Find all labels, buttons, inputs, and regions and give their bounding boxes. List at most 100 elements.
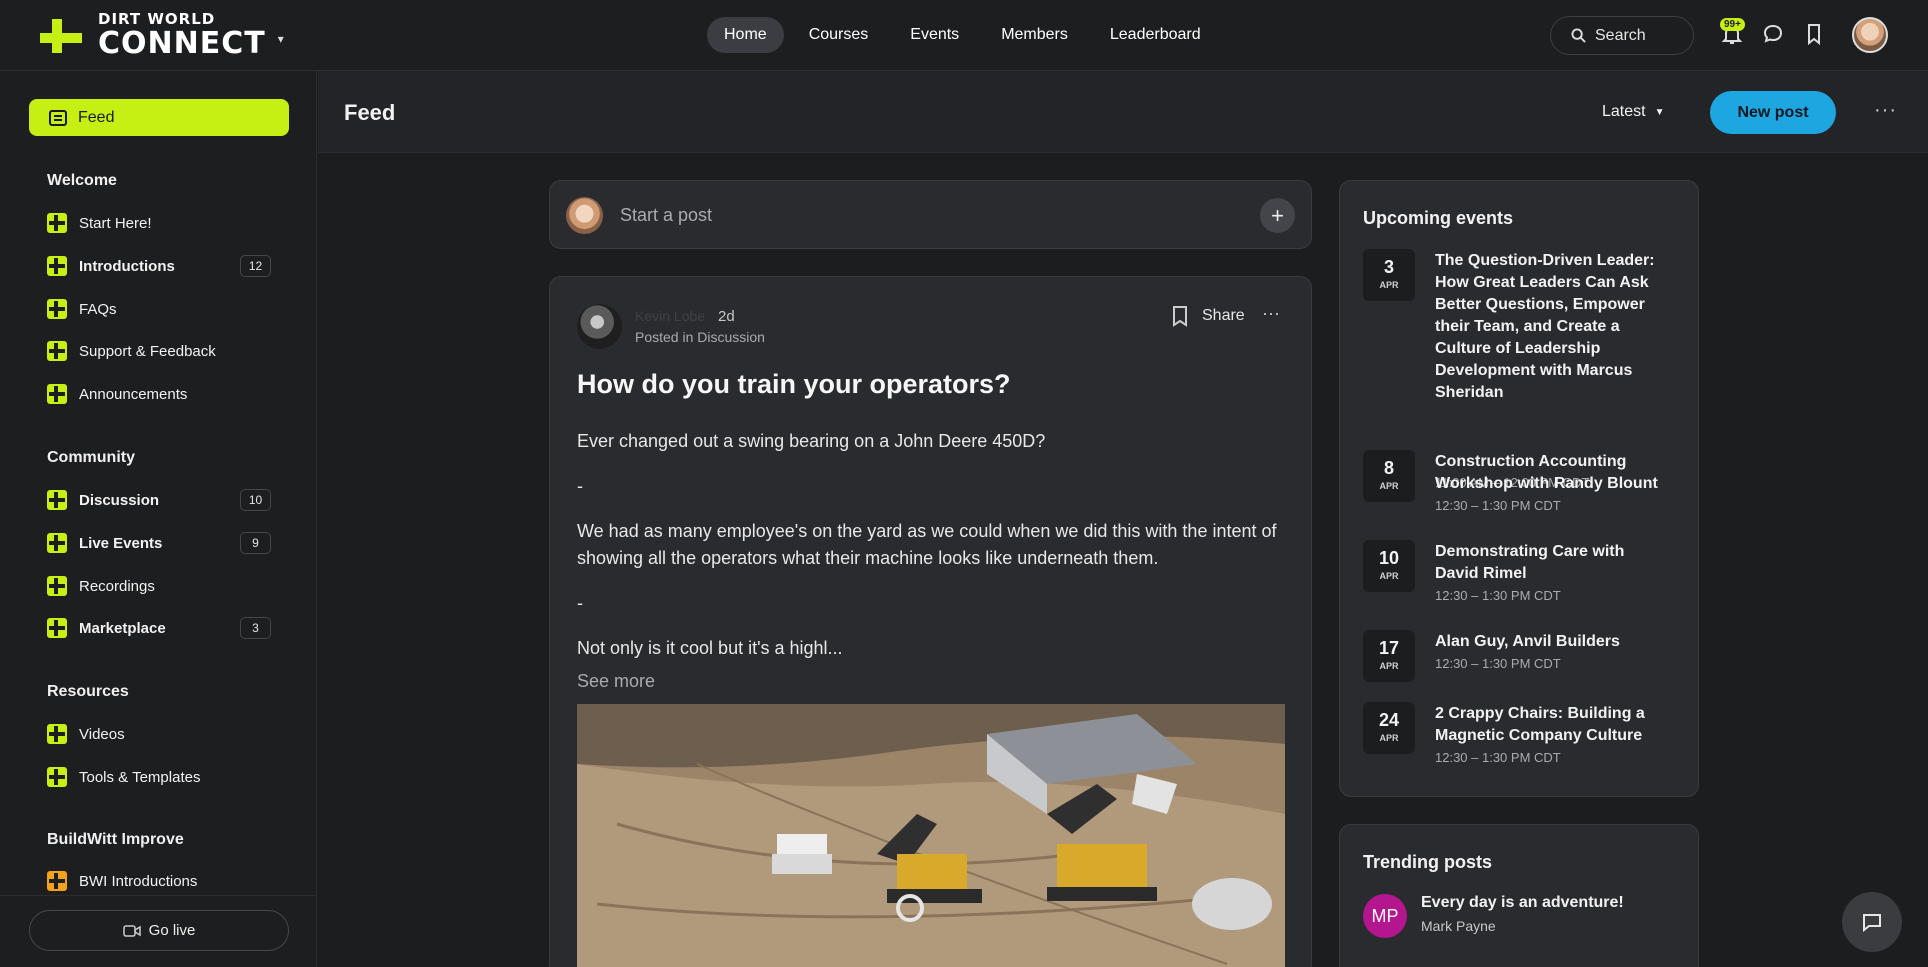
sidebar-item-feed[interactable]: Feed [29,99,289,136]
chevron-down-icon[interactable]: ▾ [278,32,284,46]
unread-count: 9 [240,532,271,554]
upcoming-events-panel: Upcoming events 3 APR The Question-Driven… [1339,180,1699,797]
new-post-button[interactable]: New post [1710,91,1836,134]
search-icon [1571,28,1586,43]
sidebar-item-label: Videos [79,725,125,743]
video-camera-icon [122,924,141,937]
nav-events[interactable]: Events [893,17,976,53]
plus-icon[interactable]: + [1260,198,1295,233]
nav-members[interactable]: Members [984,17,1085,53]
feed-header: Feed Latest ▼ New post ··· [318,71,1928,153]
brand-mark-icon [40,15,82,57]
event-time: 12:30 – 1:30 PM CDT [1435,588,1561,603]
event-day: 24 [1378,710,1400,730]
event-month: APR [1379,733,1399,743]
more-options-icon[interactable]: ··· [1262,303,1280,324]
sidebar-item-label: Announcements [79,385,188,403]
feed-icon [49,109,67,126]
nav-courses[interactable]: Courses [792,17,886,53]
sidebar-item-label: Feed [78,108,115,126]
event-title[interactable]: Demonstrating Care with David Rimel [1435,541,1670,585]
event-title[interactable]: 2 Crappy Chairs: Building a Magnetic Com… [1435,703,1670,747]
post-space[interactable]: Posted in Discussion [635,329,765,345]
event-day: 8 [1383,458,1394,478]
post-body: Ever changed out a swing bearing on a Jo… [577,428,1292,680]
nav-leaderboard[interactable]: Leaderboard [1093,17,1218,53]
event-day: 10 [1378,548,1400,568]
space-icon [47,490,67,510]
event-month: APR [1379,571,1399,581]
sidebar-item-label: BWI Introductions [79,872,198,890]
event-day: 3 [1383,257,1394,277]
unread-count: 12 [240,255,271,277]
search-input[interactable]: Search [1550,16,1694,55]
sidebar-item-videos[interactable]: Videos [47,721,271,747]
bookmark-icon[interactable] [1170,305,1190,327]
sidebar-item-bwi-introductions[interactable]: BWI Introductions [47,868,271,894]
event-title[interactable]: Construction Accounting Workshop with Ra… [1435,451,1670,495]
event-month: APR [1379,280,1399,290]
trending-posts-panel: Trending posts MP Every day is an advent… [1339,824,1699,967]
trending-post-author[interactable]: Mark Payne [1421,918,1496,934]
space-icon [47,871,67,891]
sidebar-item-tools-templates[interactable]: Tools & Templates [47,764,271,790]
nav-home[interactable]: Home [707,17,784,53]
trending-post-title[interactable]: Every day is an adventure! [1421,894,1624,912]
bookmark-icon[interactable] [1802,22,1826,46]
event-title[interactable]: Alan Guy, Anvil Builders [1435,631,1670,653]
post-paragraph: Not only is it cool but it's a highl... [577,638,843,658]
event-month: APR [1379,481,1399,491]
section-title-welcome: Welcome [47,172,117,189]
sidebar-item-recordings[interactable]: Recordings [47,573,271,599]
event-title[interactable]: The Question-Driven Leader: How Great Le… [1435,250,1670,404]
sort-label: Latest [1602,103,1646,120]
sidebar-item-label: Recordings [79,577,155,595]
post-time: 2d [718,308,735,325]
event-month: APR [1379,661,1399,671]
sidebar-item-live-events[interactable]: Live Events 9 [47,530,271,556]
composer-placeholder: Start a post [620,205,713,225]
sidebar-item-label: Discussion [79,491,160,509]
chat-icon[interactable] [1761,22,1785,46]
author-avatar[interactable] [577,304,622,349]
sidebar-item-faqs[interactable]: FAQs [47,296,271,322]
space-icon [47,213,67,233]
sidebar-item-support-feedback[interactable]: Support & Feedback [47,338,271,364]
message-icon [1863,914,1881,933]
section-title-resources: Resources [47,683,129,700]
event-date: 8 APR [1363,450,1415,502]
space-icon [47,576,67,596]
feed-post: Kevin Lobe 2d Posted in Discussion Share… [549,276,1312,967]
see-more-link[interactable]: See more [577,671,655,692]
event-date: 17 APR [1363,630,1415,682]
sidebar-item-introductions[interactable]: Introductions 12 [47,253,271,279]
sidebar-item-start-here[interactable]: Start Here! [47,210,271,236]
space-icon [47,299,67,319]
go-live-label: Go live [148,922,196,939]
brand-logo[interactable]: DIRT WORLD CONNECT ▾ [40,12,284,59]
post-image[interactable] [577,704,1285,967]
space-icon [47,618,67,638]
event-date: 3 APR [1363,249,1415,301]
sidebar-item-label: Tools & Templates [79,768,201,786]
unread-count: 3 [240,617,271,639]
section-title-community: Community [47,449,135,466]
post-author[interactable]: Kevin Lobe [635,308,705,324]
more-options-icon[interactable]: ··· [1874,99,1897,122]
user-avatar[interactable] [1852,17,1888,53]
avatar[interactable]: MP [1363,894,1407,938]
post-composer[interactable]: Start a post + [549,180,1312,249]
go-live-button[interactable]: Go live [29,910,289,951]
chat-button[interactable] [1842,892,1902,952]
share-button[interactable]: Share [1202,307,1245,325]
post-title[interactable]: How do you train your operators? [577,369,1011,400]
search-placeholder: Search [1595,26,1646,44]
chevron-down-icon: ▼ [1654,106,1665,118]
sort-dropdown[interactable]: Latest ▼ [1602,103,1665,121]
sidebar-item-label: Support & Feedback [79,342,216,360]
sidebar-item-marketplace[interactable]: Marketplace 3 [47,615,271,641]
post-paragraph: Ever changed out a swing bearing on a Jo… [577,431,1046,451]
sidebar-item-announcements[interactable]: Announcements [47,381,271,407]
main-nav: Home Courses Events Members Leaderboard [707,17,1218,53]
sidebar-item-discussion[interactable]: Discussion 10 [47,487,271,513]
